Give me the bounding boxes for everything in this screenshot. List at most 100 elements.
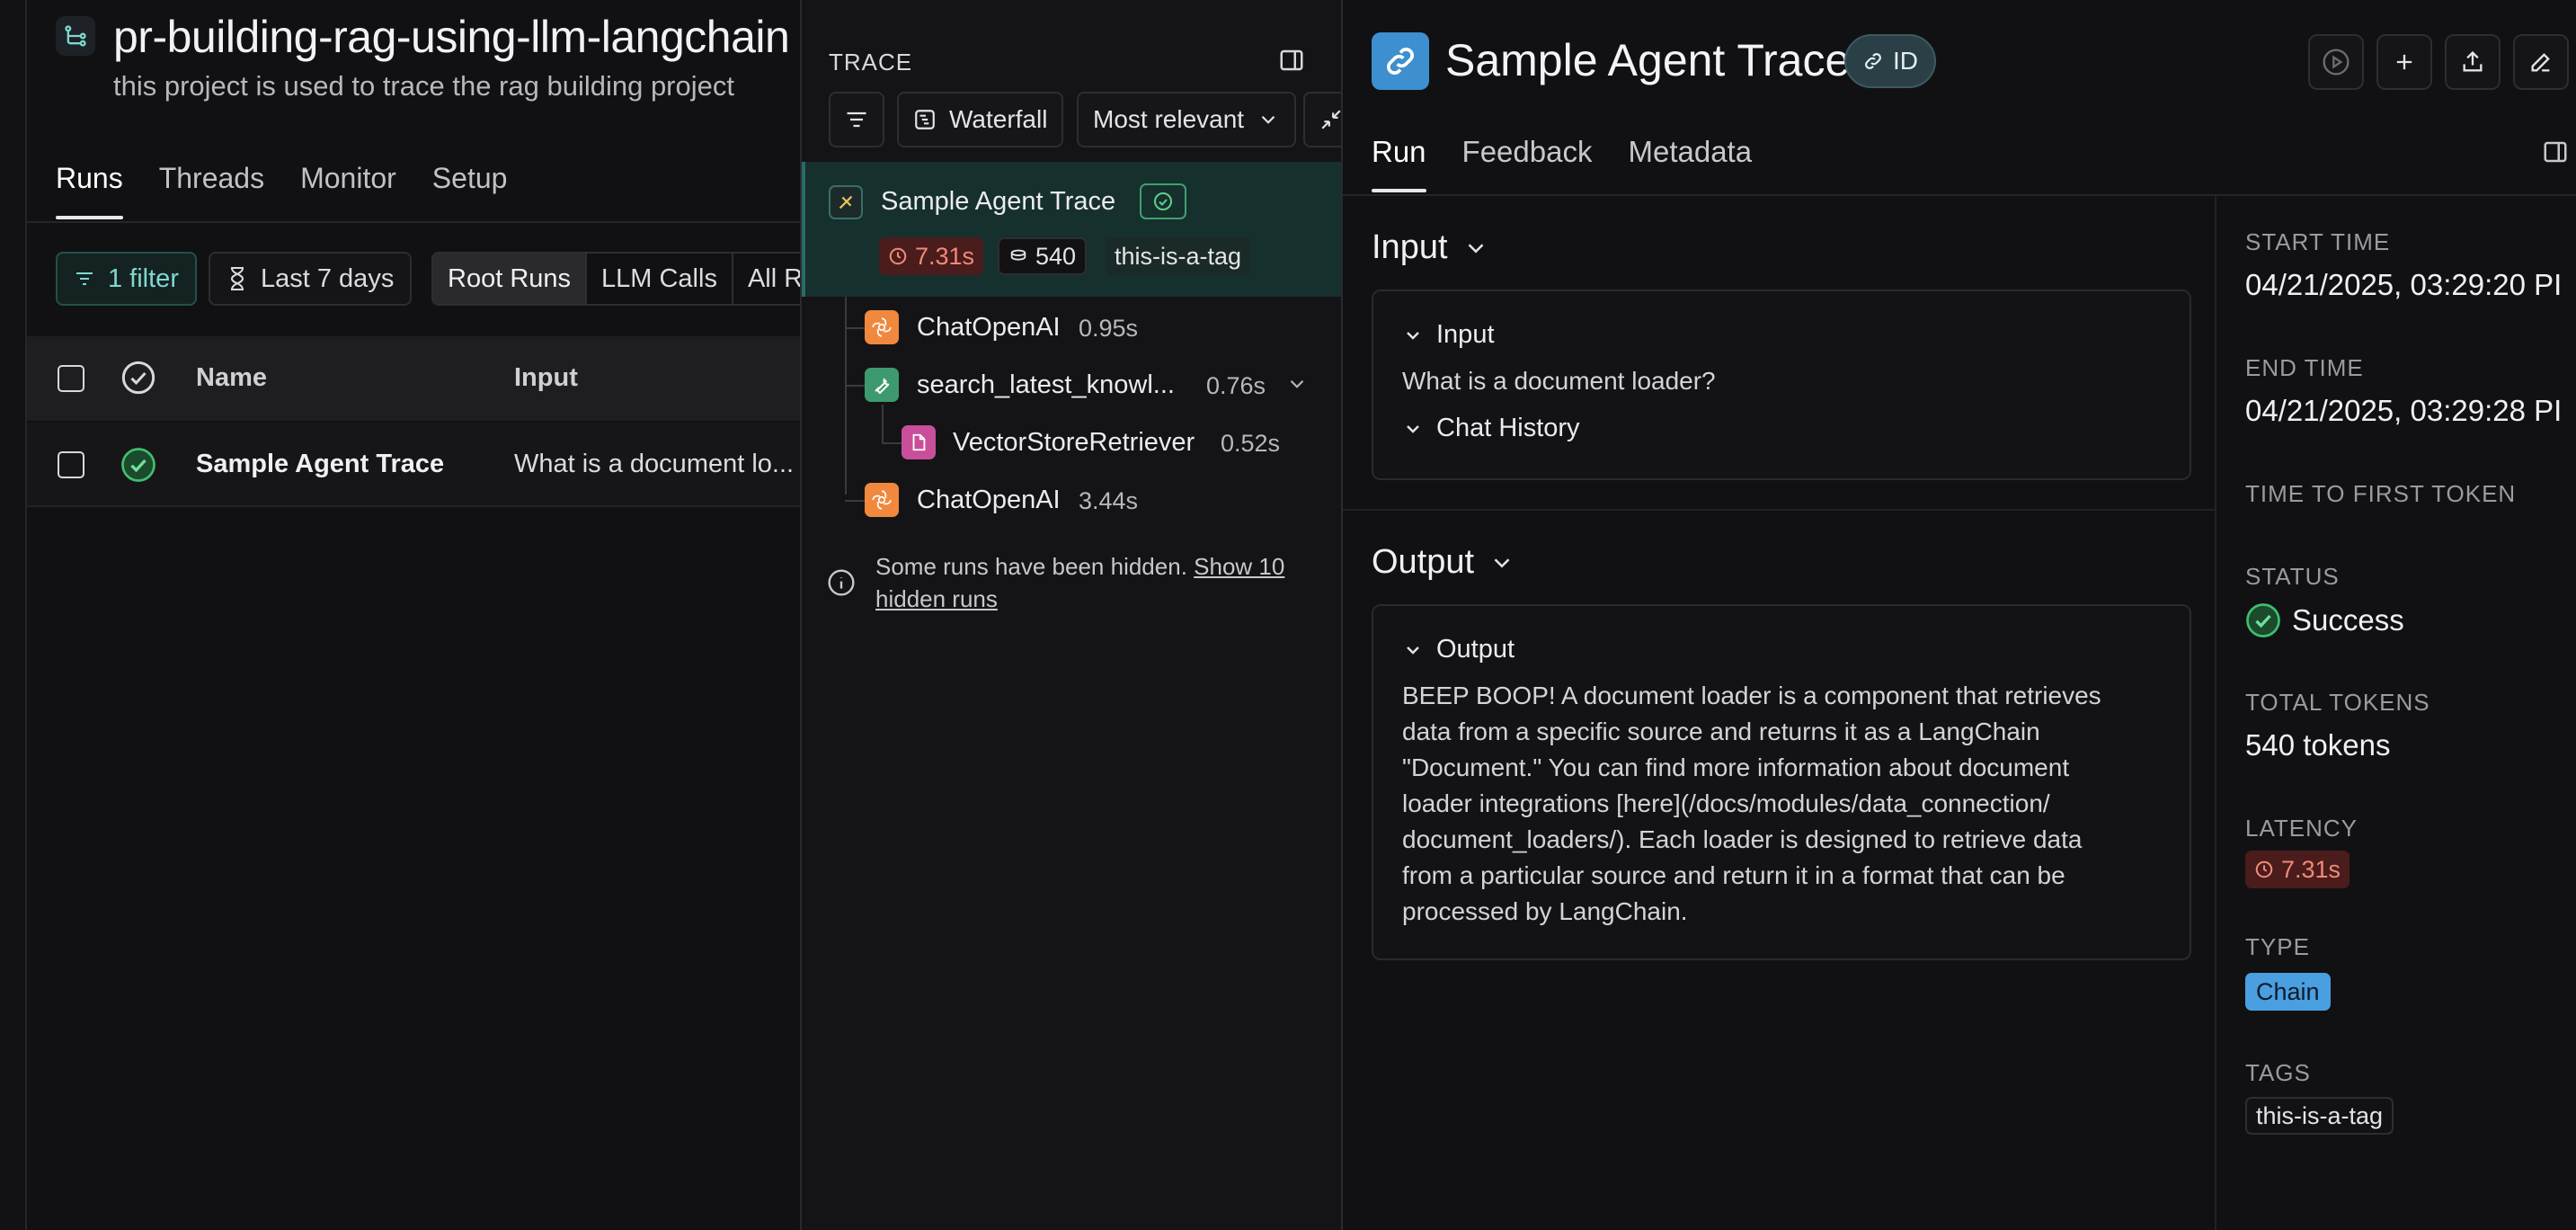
trace-root-row[interactable]: Sample Agent Trace 7.31s 540 this-is-a-t… <box>802 162 1341 297</box>
node-name: ChatOpenAI <box>917 486 1061 514</box>
column-input[interactable]: Input <box>514 363 578 393</box>
input-section-toggle[interactable]: Input <box>1372 228 1489 267</box>
copy-id-button[interactable]: ID <box>1844 34 1936 88</box>
output-section-title: Output <box>1372 543 1475 581</box>
end-time-value: 04/21/2025, 03:29:28 PI <box>2245 394 2563 427</box>
segment-root-runs[interactable]: Root Runs <box>433 254 588 304</box>
root-tokens-badge: 540 <box>998 237 1088 275</box>
sidebar-toggle-icon[interactable] <box>2542 138 2569 165</box>
total-tokens-value: 540 tokens <box>2245 728 2391 762</box>
hidden-runs-text: Some runs have been hidden. <box>875 553 1187 580</box>
root-latency-badge: 7.31s <box>879 237 984 275</box>
root-tokens: 540 <box>1035 242 1077 270</box>
waterfall-button[interactable]: Waterfall <box>897 92 1064 147</box>
status-label: STATUS <box>2245 563 2340 590</box>
tab-monitor[interactable]: Monitor <box>300 162 396 219</box>
left-nav-edge <box>0 0 27 1230</box>
link-icon <box>1862 50 1884 72</box>
tokens-icon <box>1008 246 1028 266</box>
input-card: Input What is a document loader? Chat Hi… <box>1372 290 2191 480</box>
chat-history-toggle[interactable]: Chat History <box>1402 414 1580 443</box>
table-header: Name Input <box>27 336 800 421</box>
type-label: TYPE <box>2245 933 2310 960</box>
id-label: ID <box>1893 47 1918 75</box>
output-card-toggle[interactable]: Output <box>1402 635 1515 664</box>
node-name: search_latest_knowl... <box>917 370 1175 399</box>
expand-chevron-icon[interactable] <box>1285 372 1309 396</box>
input-card-title: Input <box>1436 320 1495 349</box>
share-button[interactable] <box>2445 34 2500 90</box>
segment-llm-calls[interactable]: LLM Calls <box>587 254 733 304</box>
sort-dropdown[interactable]: Most relevant <box>1077 92 1297 147</box>
document-icon <box>902 425 936 459</box>
filter-button[interactable]: 1 filter <box>56 252 197 306</box>
tab-feedback[interactable]: Feedback <box>1462 135 1593 192</box>
edit-icon <box>2528 49 2554 75</box>
openai-icon <box>865 483 899 517</box>
trace-filter-button[interactable] <box>829 92 884 147</box>
wrench-icon <box>865 368 899 402</box>
tabs-divider <box>1343 194 2576 196</box>
waterfall-label: Waterfall <box>949 105 1048 133</box>
sort-label: Most relevant <box>1093 105 1245 133</box>
info-icon <box>827 568 856 597</box>
tree-connector <box>845 500 865 502</box>
output-line: loader integrations [here](/docs/modules… <box>1402 789 2050 817</box>
plus-icon <box>2392 49 2417 75</box>
row-name[interactable]: Sample Agent Trace <box>196 450 444 479</box>
chevron-down-icon <box>1402 639 1424 661</box>
add-button[interactable] <box>2376 34 2432 90</box>
list-filter-icon <box>844 107 869 132</box>
date-range-button[interactable]: Last 7 days <box>209 252 413 306</box>
selected-indicator <box>802 162 805 297</box>
start-time-value: 04/21/2025, 03:29:20 PI <box>2245 268 2563 301</box>
playground-button[interactable] <box>2308 34 2364 90</box>
latency-badge: 7.31s <box>2245 851 2350 888</box>
project-pane: pr-building-rag-using-llm-langchain this… <box>0 0 800 1230</box>
tab-threads[interactable]: Threads <box>159 162 264 219</box>
table-row[interactable]: Sample Agent Trace What is a document lo… <box>27 423 800 507</box>
panel-toggle-icon[interactable] <box>1278 47 1305 74</box>
detail-tabs: Run Feedback Metadata <box>1372 135 1752 192</box>
waterfall-icon <box>913 108 937 131</box>
node-duration: 0.52s <box>1221 430 1281 457</box>
tab-run[interactable]: Run <box>1372 135 1426 192</box>
chevron-down-icon <box>1402 418 1424 440</box>
chevron-down-icon <box>1488 549 1515 576</box>
node-name: ChatOpenAI <box>917 313 1061 342</box>
collapse-button[interactable] <box>1303 92 1341 147</box>
output-line: data from a specific source and returns … <box>1402 718 2040 745</box>
segment-all-runs[interactable]: All R <box>733 254 800 304</box>
output-line: "Document." You can find more informatio… <box>1402 753 2070 781</box>
latency-label: LATENCY <box>2245 815 2358 842</box>
tab-metadata[interactable]: Metadata <box>1628 135 1752 192</box>
output-card: Output BEEP BOOP! A document loader is a… <box>1372 604 2191 960</box>
tree-connector <box>845 327 865 329</box>
edit-button[interactable] <box>2513 34 2569 90</box>
column-name[interactable]: Name <box>196 363 267 393</box>
node-duration: 0.76s <box>1206 372 1266 399</box>
input-card-toggle[interactable]: Input <box>1402 320 1495 350</box>
output-text: BEEP BOOP! A document loader is a compon… <box>1402 678 2101 930</box>
tab-setup[interactable]: Setup <box>432 162 508 219</box>
clock-icon <box>2254 860 2274 879</box>
tab-runs[interactable]: Runs <box>56 162 123 219</box>
chain-icon <box>829 185 863 219</box>
tree-connector <box>882 405 884 442</box>
node-duration: 0.95s <box>1079 315 1139 342</box>
status-text: Success <box>2292 603 2404 637</box>
root-latency: 7.31s <box>915 242 975 270</box>
output-line: from a particular source and return it i… <box>1402 861 2065 889</box>
row-checkbox[interactable] <box>58 451 84 478</box>
date-range-label: Last 7 days <box>261 263 395 293</box>
input-text: What is a document loader? <box>1402 367 1716 395</box>
output-section-toggle[interactable]: Output <box>1372 543 1515 582</box>
meta-divider <box>2215 196 2216 1230</box>
filter-icon <box>74 268 95 290</box>
select-all-checkbox[interactable] <box>58 365 84 392</box>
project-description: this project is used to trace the rag bu… <box>113 70 734 102</box>
clock-icon <box>888 246 908 266</box>
run-detail-pane: Sample Agent Trace ID Run Feedback Metad… <box>1343 0 2576 1230</box>
chevron-down-icon <box>1257 108 1280 131</box>
root-tag: this-is-a-tag <box>1106 237 1251 275</box>
